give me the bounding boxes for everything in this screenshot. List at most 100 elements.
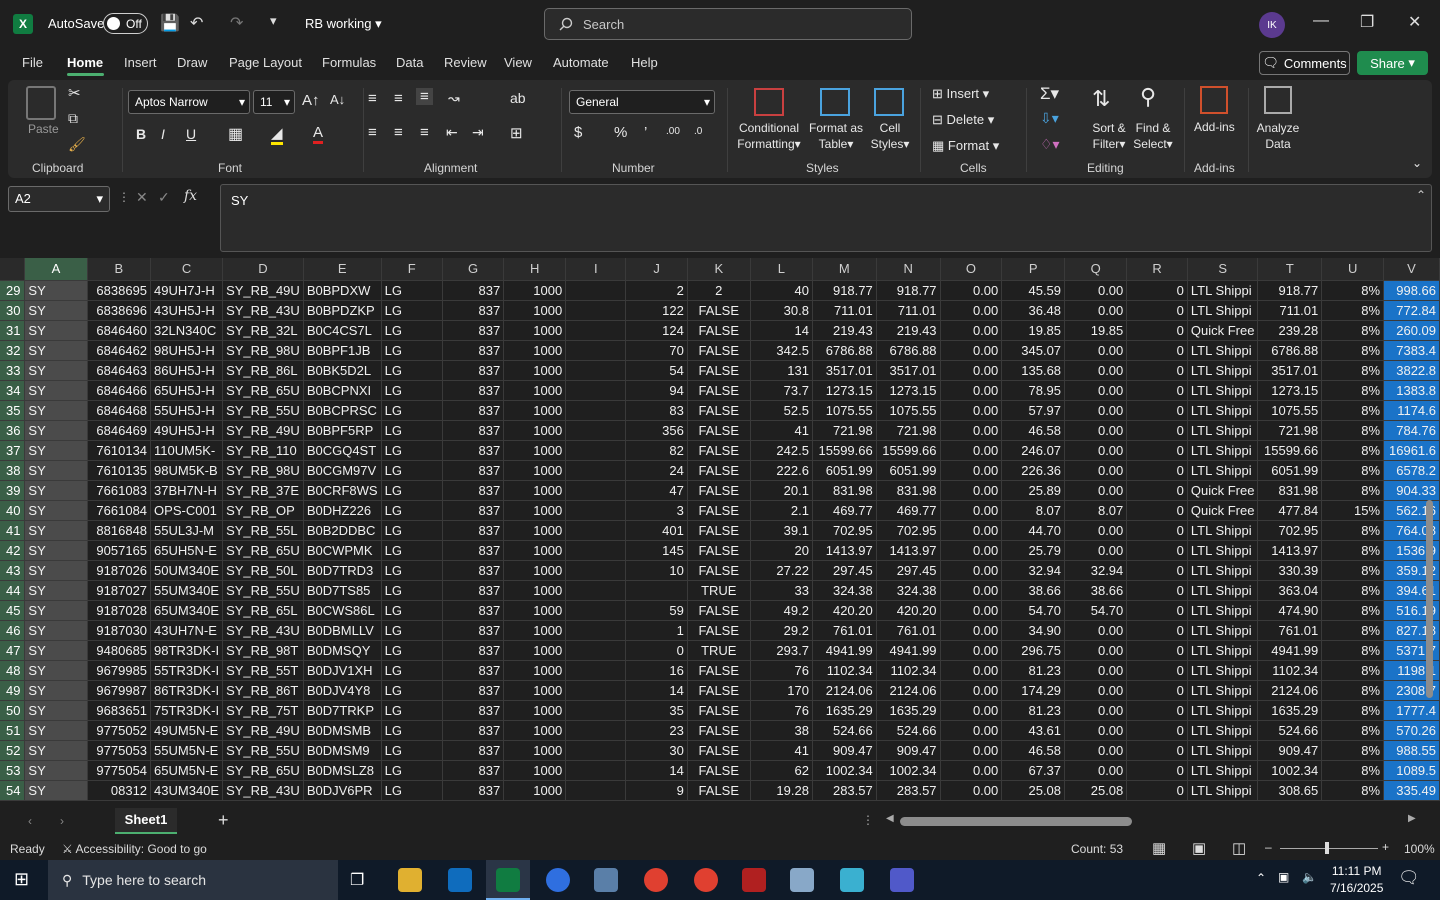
cell-n[interactable]: 761.01	[876, 620, 941, 641]
cell-p[interactable]: 32.94	[1001, 560, 1066, 581]
cell-k[interactable]: FALSE	[687, 460, 751, 481]
percent-icon[interactable]: %	[614, 124, 627, 141]
cell-j[interactable]: 94	[625, 380, 688, 401]
cell-c[interactable]: 98TR3DK-I	[150, 640, 224, 661]
cell-u[interactable]: 8%	[1321, 740, 1385, 761]
column-header-e[interactable]: E	[303, 258, 382, 281]
cell-s[interactable]: LTL Shippi	[1187, 440, 1259, 461]
cell-f[interactable]: LG	[381, 560, 443, 581]
cell-s[interactable]: LTL Shippi	[1187, 560, 1259, 581]
cell-p[interactable]: 45.59	[1001, 280, 1066, 301]
cell-p[interactable]: 46.58	[1001, 740, 1066, 761]
cell-h[interactable]: 1000	[503, 300, 567, 321]
cell-t[interactable]: 6051.99	[1257, 460, 1323, 481]
cell-r[interactable]: 0	[1126, 360, 1188, 381]
cell-i[interactable]	[565, 480, 627, 501]
cell-j[interactable]: 3	[625, 500, 688, 521]
cell-b[interactable]: 6846462	[87, 340, 152, 361]
format-painter-icon[interactable]: 🖌	[68, 136, 86, 153]
cell-g[interactable]: 837	[442, 340, 505, 361]
column-header-r[interactable]: R	[1126, 258, 1188, 281]
cell-r[interactable]: 0	[1126, 600, 1188, 621]
cell-u[interactable]: 8%	[1321, 460, 1385, 481]
cell-i[interactable]	[565, 760, 627, 781]
cell-a[interactable]: SY	[24, 580, 88, 601]
cell-h[interactable]: 1000	[503, 540, 567, 561]
cell-i[interactable]	[565, 380, 627, 401]
underline-button[interactable]: U	[186, 126, 196, 142]
dev-tool-icon[interactable]	[840, 868, 864, 892]
cell-n[interactable]: 702.95	[876, 520, 941, 541]
column-header-v[interactable]: V	[1383, 258, 1440, 281]
cell-b[interactable]: 9187026	[87, 560, 152, 581]
cell-a[interactable]: SY	[24, 380, 88, 401]
zoom-out-icon[interactable]: –	[1265, 840, 1272, 854]
zoom-in-icon[interactable]: +	[1382, 840, 1389, 854]
cell-c[interactable]: 110UM5K-	[150, 440, 224, 461]
cell-n[interactable]: 721.98	[876, 420, 941, 441]
minimize-icon[interactable]: —	[1313, 12, 1329, 30]
cell-b[interactable]: 9480685	[87, 640, 152, 661]
cell-e[interactable]: B0D7TRD3	[303, 560, 382, 581]
spreadsheet-table[interactable]: ABCDEFGHIJKLMNOPQRSTUV 29 SY 6838695 49UH7J…	[0, 258, 1440, 801]
cell-t[interactable]: 721.98	[1257, 420, 1323, 441]
cell-n[interactable]: 6051.99	[876, 460, 941, 481]
cell-t[interactable]: 702.95	[1257, 520, 1323, 541]
cell-r[interactable]: 0	[1126, 520, 1188, 541]
tab-view[interactable]: View	[504, 55, 532, 70]
column-header-n[interactable]: N	[876, 258, 941, 281]
cell-g[interactable]: 837	[442, 280, 505, 301]
cell-q[interactable]: 0.00	[1064, 420, 1128, 441]
cell-s[interactable]: Quick Free	[1187, 500, 1259, 521]
cell-j[interactable]: 70	[625, 340, 688, 361]
cell-u[interactable]: 8%	[1321, 760, 1385, 781]
cell-r[interactable]: 0	[1126, 780, 1188, 801]
cell-d[interactable]: SY_RB_OP	[222, 500, 304, 521]
cell-c[interactable]: 55UH5J-H	[150, 400, 224, 421]
cell-k[interactable]: FALSE	[687, 720, 751, 741]
cell-a[interactable]: SY	[24, 460, 88, 481]
cell-m[interactable]: 1413.97	[812, 540, 877, 561]
cell-v[interactable]: 3822.8	[1383, 360, 1440, 381]
cell-l[interactable]: 131	[750, 360, 813, 381]
network-icon[interactable]: ▣	[1278, 870, 1289, 884]
cell-f[interactable]: LG	[381, 420, 443, 441]
conditional-formatting-button[interactable]: Conditional Formatting▾	[736, 120, 802, 152]
cell-f[interactable]: LG	[381, 620, 443, 641]
cell-d[interactable]: SY_RB_55U	[222, 400, 304, 421]
cell-r[interactable]: 0	[1126, 460, 1188, 481]
cell-r[interactable]: 0	[1126, 620, 1188, 641]
cell-b[interactable]: 6846469	[87, 420, 152, 441]
row-header[interactable]: 29	[0, 280, 26, 301]
cell-q[interactable]: 8.07	[1064, 500, 1128, 521]
row-header[interactable]: 37	[0, 440, 26, 461]
cell-g[interactable]: 837	[442, 760, 505, 781]
delete-cells-button[interactable]: ⊟ Delete ▾	[932, 112, 994, 128]
cell-m[interactable]: 3517.01	[812, 360, 877, 381]
cell-a[interactable]: SY	[24, 780, 88, 801]
cell-i[interactable]	[565, 560, 627, 581]
cell-e[interactable]: B0D7TRKP	[303, 700, 382, 721]
cell-p[interactable]: 135.68	[1001, 360, 1066, 381]
calculator-icon[interactable]	[594, 868, 618, 892]
cell-m[interactable]: 2124.06	[812, 680, 877, 701]
cell-a[interactable]: SY	[24, 420, 88, 441]
cell-p[interactable]: 81.23	[1001, 700, 1066, 721]
cell-s[interactable]: LTL Shippi	[1187, 660, 1259, 681]
cell-l[interactable]: 20	[750, 540, 813, 561]
column-header-t[interactable]: T	[1257, 258, 1323, 281]
cell-e[interactable]: B0BPDZKP	[303, 300, 382, 321]
cell-u[interactable]: 8%	[1321, 280, 1385, 301]
cell-o[interactable]: 0.00	[940, 760, 1003, 781]
cell-q[interactable]: 0.00	[1064, 280, 1128, 301]
cell-s[interactable]: LTL Shippi	[1187, 780, 1259, 801]
tab-insert[interactable]: Insert	[124, 55, 157, 70]
cell-c[interactable]: 37BH7N-H	[150, 480, 224, 501]
cell-m[interactable]: 297.45	[812, 560, 877, 581]
cell-b[interactable]: 9679985	[87, 660, 152, 681]
cell-l[interactable]: 14	[750, 320, 813, 341]
chrome-icon[interactable]	[644, 868, 668, 892]
cell-k[interactable]: TRUE	[687, 640, 751, 661]
cell-p[interactable]: 44.70	[1001, 520, 1066, 541]
cell-a[interactable]: SY	[24, 700, 88, 721]
